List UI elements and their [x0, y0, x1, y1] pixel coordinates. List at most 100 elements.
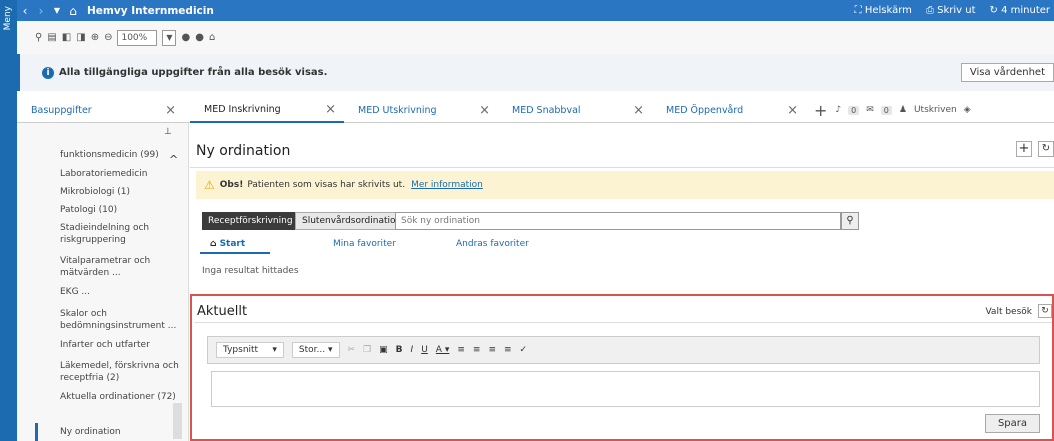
subtab-underline: [200, 252, 270, 254]
tab-med-snabbval[interactable]: MED Snabbval ×: [498, 98, 652, 123]
menu-strip[interactable]: Meny: [0, 0, 17, 441]
sub-tabs: ⌂ Start Mina favoriter Andras favoriter: [210, 239, 579, 249]
editor-toolbar: Typsnitt ▾ Stor... ▾ ✂ ❐ ▣ B I U A ▾ ≡ ≡…: [207, 336, 1040, 364]
mail-icon[interactable]: ✉: [866, 105, 874, 115]
next-icon[interactable]: ◨: [76, 32, 85, 43]
tag-icon[interactable]: ◈: [964, 105, 971, 115]
sidebar-item[interactable]: Patologi (10): [60, 204, 180, 216]
pin-icon[interactable]: ⊥: [164, 127, 172, 137]
circle2-icon[interactable]: ●: [195, 32, 204, 43]
no-results-text: Inga resultat hittades: [202, 266, 299, 276]
print-button[interactable]: ⎙ Skriv ut: [926, 5, 976, 16]
home-icon[interactable]: ⌂: [65, 4, 81, 18]
sidebar-item-ny-ordination[interactable]: Ny ordination: [60, 426, 180, 438]
zoom-in-icon[interactable]: ⊕: [91, 32, 99, 43]
tab-basuppgifter[interactable]: Basuppgifter ×: [17, 98, 184, 123]
tab-label: MED Öppenvård: [666, 104, 744, 116]
sidebar-item[interactable]: Skalor och bedömningsinstrument ...: [60, 308, 180, 332]
spellcheck-icon[interactable]: ✓: [520, 345, 528, 355]
align-right-icon[interactable]: ≡: [488, 345, 496, 355]
close-icon[interactable]: ×: [479, 103, 490, 118]
back-icon[interactable]: ‹: [17, 4, 33, 18]
mail-count: 0: [880, 105, 892, 115]
tab-label: MED Inskrivning: [204, 103, 281, 115]
divider: [190, 167, 1054, 168]
italic-icon[interactable]: I: [411, 345, 414, 355]
save-button[interactable]: Spara: [984, 414, 1040, 433]
sidebar-item[interactable]: Aktuella ordinationer (72): [60, 391, 180, 403]
sidebar-item[interactable]: Stadieindelning och riskgruppering: [60, 222, 180, 246]
search-input[interactable]: Sök ny ordination: [395, 212, 841, 230]
close-icon[interactable]: ×: [633, 103, 644, 118]
more-info-link[interactable]: Mer information: [411, 180, 483, 190]
binoculars-icon[interactable]: ⚲: [35, 32, 42, 43]
top-bar: ‹ › ▼ ⌂ Hemvy Internmedicin ⛶ Helskärm ⎙…: [17, 0, 1054, 21]
sidebar-item[interactable]: Mikrobiologi (1): [60, 186, 180, 198]
align-left-icon[interactable]: ≡: [457, 345, 465, 355]
slutenvardsordination-button[interactable]: Slutenvårdsordination: [295, 212, 409, 230]
circle-icon[interactable]: ●: [181, 32, 190, 43]
warning-icon: ⚠: [204, 178, 215, 192]
tab-med-utskrivning[interactable]: MED Utskrivning ×: [344, 98, 498, 123]
patient-icon: ♟: [898, 105, 907, 115]
sidebar-item[interactable]: Läkemedel, förskrivna och receptfria (2): [60, 360, 180, 384]
aktuellt-panel: Aktuellt Valt besök ↻ Typsnitt ▾ Stor...…: [190, 294, 1054, 441]
valt-besok-label: Valt besök: [985, 307, 1032, 317]
text-color-icon[interactable]: A ▾: [436, 345, 450, 355]
sidebar-item[interactable]: Vitalparametrar och mätvärden ...: [60, 255, 180, 279]
add-icon[interactable]: +: [1016, 141, 1032, 157]
visa-vardenhet-button[interactable]: Visa vårdenhet: [960, 63, 1054, 82]
menu-label: Meny: [3, 6, 13, 31]
sidebar-item[interactable]: EKG ...: [60, 286, 180, 298]
dropdown-icon[interactable]: ▼: [49, 6, 65, 15]
subtab-start-label: Start: [219, 239, 246, 249]
subtab-start[interactable]: ⌂ Start: [210, 239, 333, 249]
prev-icon[interactable]: ◧: [62, 32, 71, 43]
page-icon[interactable]: ▤: [47, 32, 56, 43]
refresh-icon[interactable]: ↻: [1038, 141, 1054, 157]
fullscreen-button[interactable]: ⛶ Helskärm: [855, 5, 912, 16]
warning-bold: Obs!: [219, 180, 244, 190]
subtab-mina-favoriter[interactable]: Mina favoriter: [333, 239, 456, 249]
subtab-andras-favoriter[interactable]: Andras favoriter: [456, 239, 579, 249]
sidebar-item[interactable]: Infarter och utfarter: [60, 339, 180, 351]
close-icon[interactable]: ×: [165, 103, 176, 118]
justify-icon[interactable]: ≡: [504, 345, 512, 355]
page-title: Ny ordination: [196, 143, 291, 159]
image-icon[interactable]: ⌂: [209, 32, 215, 43]
copy-icon[interactable]: ❐: [363, 345, 371, 355]
info-banner: i Alla tillgängliga uppgifter från alla …: [17, 54, 1054, 91]
align-center-icon[interactable]: ≡: [473, 345, 481, 355]
sidebar: ⊥ ^ funktionsmedicin (99) Laboratoriemed…: [17, 123, 189, 441]
receptforskrivning-button[interactable]: Receptförskrivning: [202, 212, 299, 230]
zoom-out-icon[interactable]: ⊖: [104, 32, 112, 43]
zoom-dropdown-icon[interactable]: ▼: [162, 29, 177, 46]
warning-text: Patienten som visas har skrivits ut.: [247, 180, 406, 190]
close-icon[interactable]: ×: [787, 103, 798, 118]
scrollbar[interactable]: [173, 403, 182, 439]
bell-icon[interactable]: ♪: [835, 105, 841, 115]
underline-icon[interactable]: U: [421, 345, 428, 355]
font-select[interactable]: Typsnitt ▾: [216, 342, 284, 358]
toolbar: ⚲ ▤ ◧ ◨ ⊕ ⊖ 100% ▼ ● ● ⌂: [17, 21, 1054, 54]
sidebar-item[interactable]: Laboratoriemedicin: [60, 168, 180, 180]
tab-med-oppenvard[interactable]: MED Öppenvård ×: [652, 98, 806, 123]
editor-textarea[interactable]: [211, 371, 1040, 407]
close-icon[interactable]: ×: [325, 102, 336, 117]
refresh-button[interactable]: ↻ 4 minuter: [990, 5, 1050, 16]
tab-med-inskrivning[interactable]: MED Inskrivning ×: [190, 98, 344, 123]
size-select[interactable]: Stor... ▾: [291, 342, 340, 358]
bold-icon[interactable]: B: [396, 345, 403, 355]
forward-icon[interactable]: ›: [33, 4, 49, 18]
paste-icon[interactable]: ▣: [379, 345, 388, 355]
cut-icon[interactable]: ✂: [348, 345, 356, 355]
search-icon[interactable]: ⚲: [841, 212, 859, 230]
warning-banner: ⚠ Obs! Patienten som visas har skrivits …: [196, 171, 1054, 199]
add-tab-icon[interactable]: +: [814, 101, 827, 120]
aktuellt-title: Aktuellt: [197, 304, 248, 319]
zoom-select[interactable]: 100%: [117, 29, 158, 46]
sidebar-item[interactable]: funktionsmedicin (99): [60, 149, 180, 161]
refresh-icon[interactable]: ↻: [1038, 304, 1052, 318]
patient-status: Utskriven: [913, 105, 957, 115]
divider: [194, 322, 1052, 323]
